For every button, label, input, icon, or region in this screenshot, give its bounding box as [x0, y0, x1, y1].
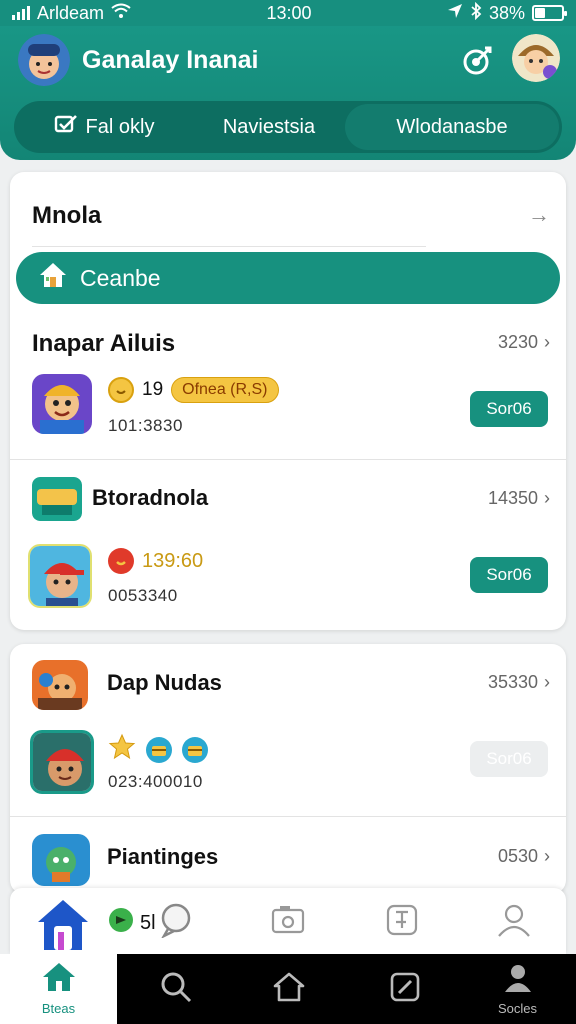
edit-icon[interactable]	[384, 902, 420, 938]
action-button[interactable]: Sor06	[470, 557, 548, 593]
status-time: 13:00	[266, 2, 312, 23]
quick-action-bar: 5l	[10, 888, 566, 954]
secondary-card: Dap Nudas 35330 › 023:400010 Sor06 Pianti…	[10, 644, 566, 894]
play-icon[interactable]	[108, 907, 134, 933]
list-title: Piantinges	[107, 844, 219, 869]
house-outline-icon	[272, 971, 306, 1008]
coin-icon	[108, 377, 134, 403]
chest-icon	[146, 737, 172, 763]
game-icon[interactable]	[32, 374, 92, 434]
count-value: 0530	[497, 846, 538, 866]
arrow-right-icon[interactable]: →	[528, 202, 550, 228]
signal-icon	[12, 6, 30, 20]
divider	[10, 816, 566, 817]
count-value: 3230	[497, 332, 538, 352]
section-title: Mnola	[32, 202, 102, 229]
list-title: Dap Nudas	[107, 670, 222, 695]
user-icon[interactable]	[496, 902, 532, 938]
list-count[interactable]: 3230 ›	[498, 332, 550, 353]
list-title: Inapar Ailuis	[32, 330, 176, 357]
carrier-name: Arldeam	[37, 2, 105, 23]
nav-edit[interactable]	[346, 954, 463, 1024]
nav-label: Socles	[497, 1001, 538, 1016]
chevron-right-icon: ›	[544, 672, 550, 692]
item-meta: 139:60	[108, 548, 203, 574]
level-value: 19	[142, 379, 164, 400]
tab-label: Wlodanasbe	[396, 115, 508, 138]
list-count[interactable]: 0530 ›	[498, 846, 550, 867]
chevron-right-icon: ›	[544, 488, 550, 508]
item-value: 101:3830	[108, 416, 183, 435]
item-value: 023:400010	[108, 772, 203, 791]
game-icon[interactable]	[32, 834, 90, 886]
tab-label: Naviestsia	[222, 115, 316, 138]
badge-icon	[108, 548, 134, 574]
search-icon	[160, 971, 192, 1008]
camera-icon[interactable]	[270, 902, 306, 938]
nav-label: Bteas	[41, 1001, 76, 1016]
nav-profile[interactable]: Socles	[459, 954, 576, 1024]
list-count[interactable]: 14350 ›	[488, 488, 550, 509]
location-icon	[447, 3, 463, 24]
create-button-label: Ceanbe	[80, 264, 161, 291]
quick-text: 5l	[140, 912, 156, 934]
target-icon[interactable]	[460, 44, 494, 78]
user-avatar[interactable]	[18, 34, 70, 86]
list-count[interactable]: 35330 ›	[488, 672, 550, 693]
divider	[32, 246, 426, 247]
game-icon[interactable]	[28, 544, 92, 608]
status-bar: Arldeam 13:00 38%	[0, 0, 576, 26]
list-title: Btoradnola	[92, 485, 209, 510]
nav-house[interactable]	[230, 954, 347, 1024]
profile-icon	[503, 962, 533, 997]
divider	[10, 459, 566, 460]
edit-icon	[389, 971, 421, 1008]
score-value: 139:60	[142, 549, 204, 572]
star-icon	[108, 733, 136, 767]
count-value: 35330	[487, 672, 538, 692]
chest-icon	[182, 737, 208, 763]
nav-search[interactable]	[117, 954, 234, 1024]
home-icon	[38, 261, 68, 295]
battery-icon	[531, 5, 567, 21]
chat-icon[interactable]	[158, 902, 194, 939]
bluetooth-icon	[470, 1, 482, 25]
tab-fal-okly[interactable]: Fal okly	[14, 104, 194, 150]
checkbox-icon	[54, 114, 78, 140]
tab-label: Fal okly	[85, 115, 155, 138]
game-icon[interactable]	[30, 730, 94, 794]
home-icon	[42, 962, 76, 997]
profile-avatar[interactable]	[512, 34, 560, 82]
category-icon	[32, 477, 82, 521]
action-button[interactable]: Sor06	[470, 391, 548, 427]
home-app-icon[interactable]	[34, 896, 92, 954]
main-card: Mnola → Ceanbe Inapar Ailuis 3230 › 19 Of…	[10, 172, 566, 630]
tab-bar: Fal okly Naviestsia Wlodanasbe	[14, 101, 562, 153]
count-value: 14350	[487, 488, 538, 508]
tab-naviestsia[interactable]: Naviestsia	[194, 104, 344, 150]
create-button[interactable]: Ceanbe	[16, 252, 560, 304]
game-icon[interactable]	[32, 660, 88, 710]
nav-home[interactable]: Bteas	[0, 954, 117, 1024]
tab-wlodanasbe[interactable]: Wlodanasbe	[345, 104, 559, 150]
item-value: 0053340	[108, 586, 178, 605]
app-title: Ganalay Inanai	[82, 46, 259, 74]
status-badge: Ofnea (R,S)	[171, 377, 279, 403]
wifi-icon	[111, 3, 131, 24]
chevron-right-icon: ›	[544, 332, 550, 352]
action-button-disabled[interactable]: Sor06	[470, 741, 548, 777]
bottom-nav: Bteas Socles	[0, 954, 576, 1024]
chevron-right-icon: ›	[544, 846, 550, 866]
item-meta: 19 Ofnea (R,S)	[108, 377, 279, 403]
battery-percent: 38%	[488, 2, 525, 23]
item-meta	[108, 733, 208, 767]
